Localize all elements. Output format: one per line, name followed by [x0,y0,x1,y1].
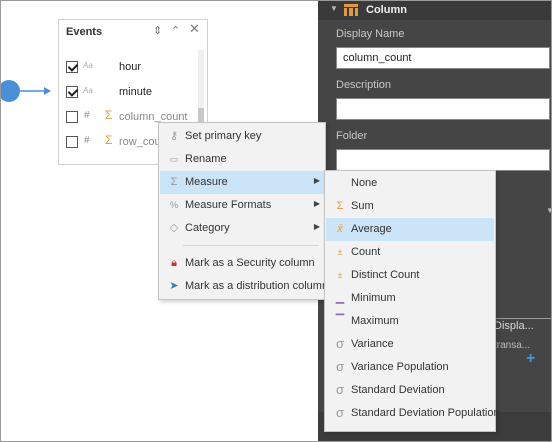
menu-item-label: Standard Deviation [351,384,445,396]
maximum-icon: ▔ [335,315,345,327]
submenu-arrow-icon: ▶ [313,176,320,185]
grid-cell: transa... [494,340,531,351]
events-panel-title: Events [66,26,103,38]
properties-header: ▼ Column [318,0,552,20]
count-icon: ± [337,247,343,257]
context-menu: ⚷ Set primary key ▭ Rename Σ Measure ▶ %… [158,122,328,300]
menu-item-measure-formats[interactable]: % Measure Formats ▶ [160,194,324,217]
menu-item-label: Measure Formats [185,199,272,211]
menu-item-label: Variance Population [351,361,449,373]
submenu-item-maximum[interactable]: ▔ Maximum [326,310,494,333]
submenu-item-sum[interactable]: Σ Sum [326,195,494,218]
format-icon: % [169,200,178,210]
menu-item-set-primary-key[interactable]: ⚷ Set primary key [160,125,324,148]
menu-item-label: Mark as a distribution column [185,280,329,292]
menu-item-label: Mark as a Security column [185,257,315,269]
variance-icon: σ [335,336,345,351]
checkbox-column-count[interactable] [66,111,78,123]
category-icon: ◇ [169,222,179,234]
display-name-field[interactable]: column_count [336,47,550,69]
menu-item-label: Category [185,222,230,234]
menu-item-label: Variance [351,338,394,350]
measure-submenu: None Σ Sum x̄ Average ± Count ± Distinct… [324,170,500,432]
folder-label: Folder [336,130,368,142]
menu-item-label: Standard Deviation Population [351,407,500,419]
collapse-caret-icon[interactable]: ▼ [330,4,338,13]
submenu-item-standard-deviation-population[interactable]: σ Standard Deviation Population [326,402,500,425]
menu-item-label: Rename [185,153,227,165]
submenu-item-distinct-count[interactable]: ± Distinct Count [326,264,494,287]
column-icon [344,4,358,16]
submenu-item-minimum[interactable]: ▁ Minimum [326,287,494,310]
submenu-item-variance-population[interactable]: σ Variance Population [326,356,494,379]
rename-icon: ▭ [169,154,179,164]
scrollbar-thumb[interactable] [198,108,204,122]
field-name-hour: hour [119,61,142,73]
number-type-icon: # [84,110,90,121]
distinct-count-icon: ± [337,270,343,280]
number-type-icon: # [84,135,90,146]
close-icon[interactable]: ✕ [189,22,200,35]
submenu-item-variance[interactable]: σ Variance [326,333,494,356]
add-button[interactable]: + [526,350,535,368]
sigma-icon: Σ [336,200,344,212]
description-field[interactable] [336,98,550,120]
display-name-label: Display Name [336,28,405,40]
average-icon: x̄ [337,223,343,235]
submenu-item-average[interactable]: x̄ Average [326,218,494,241]
checkbox-minute[interactable] [66,86,78,98]
submenu-arrow-icon: ▶ [313,199,320,208]
display-name-value: column_count [343,52,412,64]
sigma-icon: Σ [105,133,113,147]
section-title: Column [366,4,407,16]
sigma-icon: Σ [105,108,113,122]
grid-divider [494,318,552,319]
submenu-item-none[interactable]: None [326,172,494,195]
menu-item-label: None [351,177,378,189]
collapse-icon[interactable]: ⌃ [171,25,180,37]
checkbox-row-count[interactable] [66,136,78,148]
menu-item-label: Set primary key [185,130,262,142]
menu-item-label: Minimum [351,292,396,304]
menu-item-category[interactable]: ◇ Category ▶ [160,217,324,240]
menu-item-label: Sum [351,200,374,212]
sigma-icon: Σ [170,176,178,188]
menu-item-label: Count [351,246,381,258]
grid-header: Displa... [494,320,534,332]
menu-item-rename[interactable]: ▭ Rename [160,148,324,171]
field-name-minute: minute [119,86,153,98]
events-panel-header: Events ⇕ ⌃ ✕ [59,20,207,44]
minimum-icon: ▁ [335,292,345,304]
checkbox-hour[interactable] [66,61,78,73]
flow-node[interactable] [0,80,20,102]
sort-icon[interactable]: ⇕ [153,25,162,37]
stddev-population-icon: σ [335,405,345,420]
menu-item-label: Average [351,223,392,235]
menu-item-label: Maximum [351,315,399,327]
stddev-icon: σ [335,382,345,397]
submenu-item-standard-deviation[interactable]: σ Standard Deviation [326,379,494,402]
lock-icon: 🔒︎ [171,257,177,269]
menu-separator [183,245,319,246]
submenu-item-count[interactable]: ± Count [326,241,494,264]
variance-population-icon: σ [335,359,345,374]
field-row-hour[interactable]: Aa hour [59,56,197,80]
key-icon: ⚷ [169,130,179,142]
field-row-minute[interactable]: Aa minute [59,81,197,105]
menu-item-distribution-column[interactable]: ➤ Mark as a distribution column [160,275,328,298]
text-type-icon: Aa [83,61,93,70]
menu-item-label: Measure [185,176,228,188]
menu-item-label: Distinct Count [351,269,420,281]
description-label: Description [336,79,392,91]
dropdown-caret-icon[interactable]: ▼ [546,206,552,215]
menu-item-security-column[interactable]: 🔒︎ Mark as a Security column [160,252,324,275]
folder-field[interactable] [336,149,550,171]
menu-item-measure[interactable]: Σ Measure ▶ [160,171,324,194]
send-icon: ➤ [169,280,179,292]
text-type-icon: Aa [83,86,93,95]
flow-arrow [20,87,51,95]
submenu-arrow-icon: ▶ [313,222,320,231]
